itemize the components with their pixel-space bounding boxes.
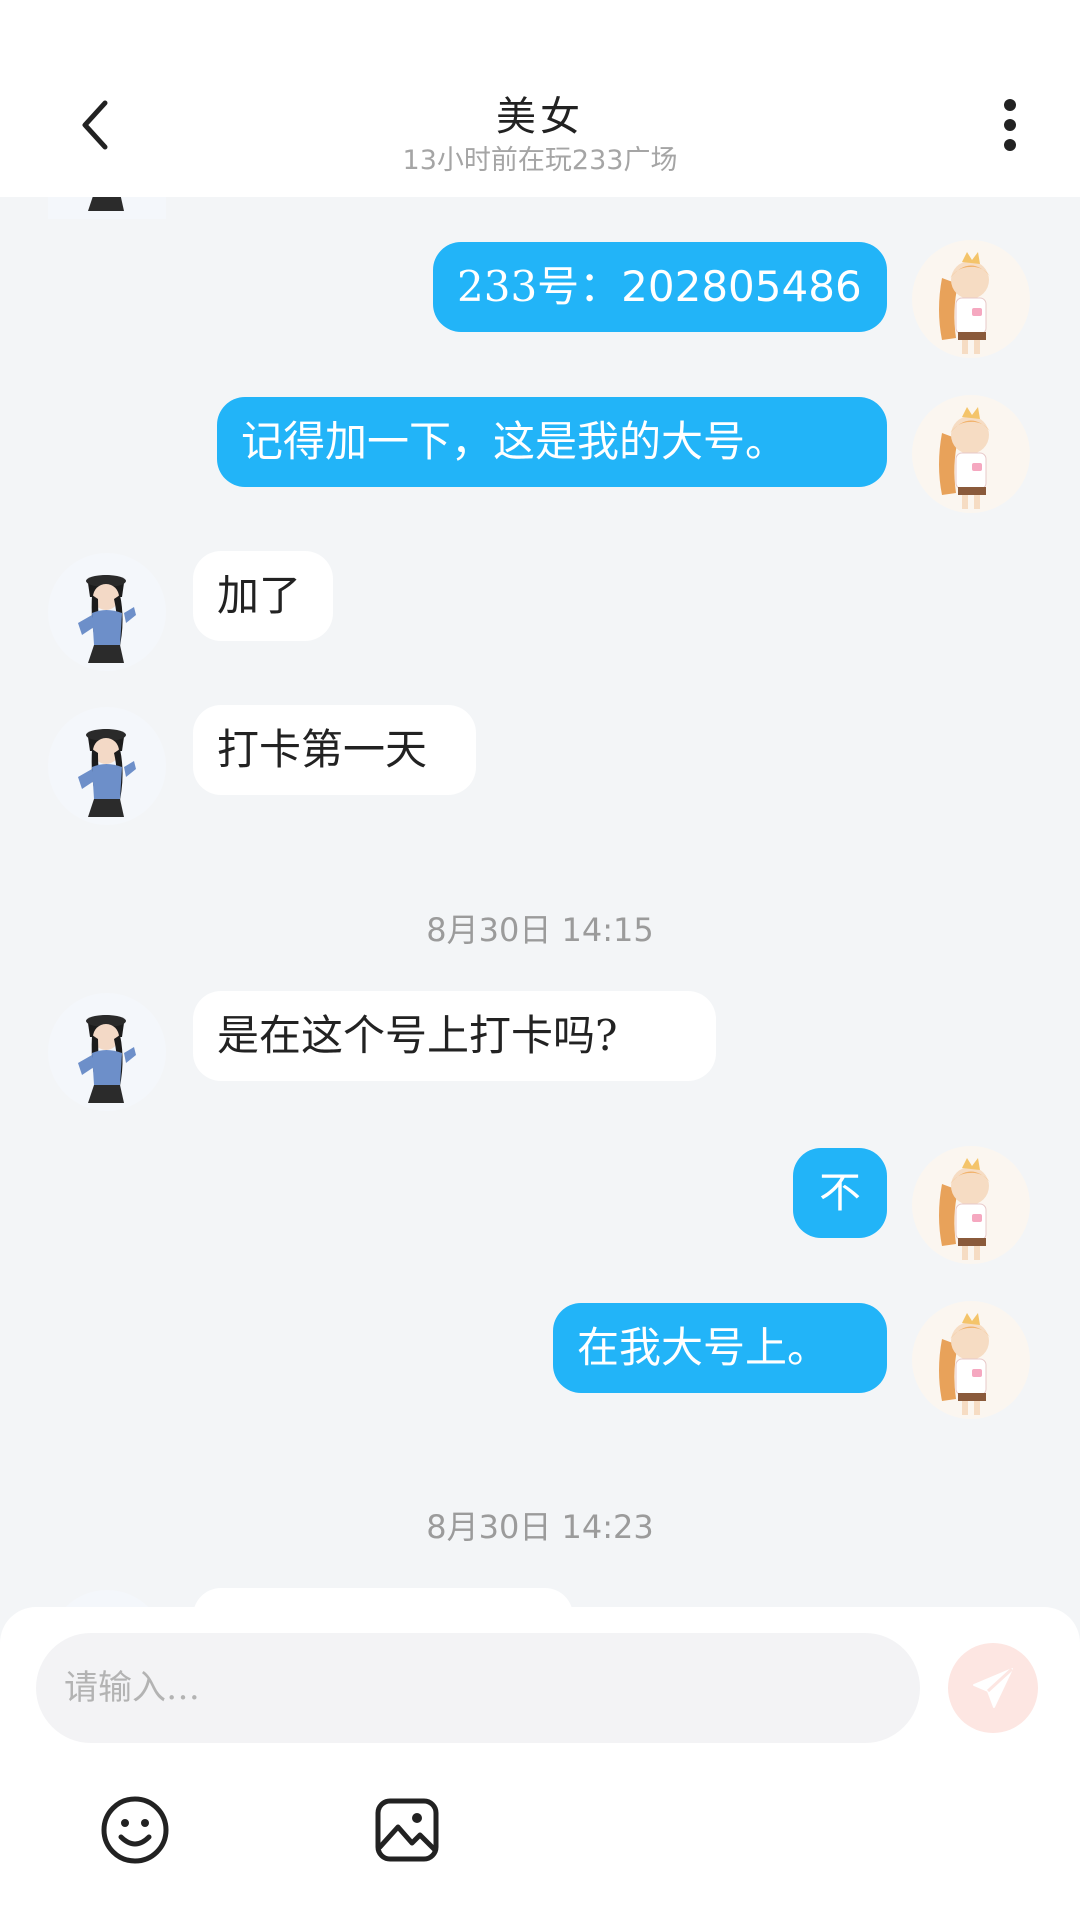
my-avatar[interactable]	[912, 1301, 1030, 1419]
emoji-button[interactable]	[98, 1793, 172, 1867]
message-bubble-outgoing[interactable]: 在我大号上。	[553, 1303, 887, 1393]
message-text: 233号：	[457, 262, 622, 311]
message-bubble-incoming[interactable]: 加了	[193, 551, 333, 641]
message-text: 不	[818, 1168, 861, 1217]
smiley-icon	[101, 1796, 169, 1864]
image-icon	[375, 1798, 439, 1862]
account-number: 202805486	[621, 262, 862, 311]
message-bubble-incoming[interactable]: 是在这个号上打卡吗?	[193, 991, 716, 1081]
contact-status: 13小时前在玩233广场	[402, 145, 678, 176]
message-list[interactable]: 233号：202805486 记得加一下，这是我的大号。 加了 打卡第一天 8月…	[0, 197, 1080, 1607]
partner-avatar[interactable]	[48, 707, 166, 825]
message-bubble-incoming-partial[interactable]	[193, 1588, 573, 1607]
message-timestamp: 8月30日 14:23	[426, 1508, 654, 1546]
send-button[interactable]	[948, 1643, 1038, 1733]
message-text: 打卡第一天	[217, 725, 428, 774]
chat-header: 美女 13小时前在玩233广场	[0, 60, 1080, 197]
message-timestamp: 8月30日 14:15	[426, 911, 654, 949]
message-composer	[0, 1607, 1080, 1920]
partner-avatar-partial[interactable]	[48, 1590, 166, 1607]
my-avatar[interactable]	[912, 395, 1030, 513]
paper-plane-icon	[973, 1667, 1014, 1708]
message-bubble-outgoing[interactable]: 不	[793, 1148, 887, 1238]
my-avatar[interactable]	[912, 240, 1030, 358]
message-bubble-incoming[interactable]: 打卡第一天	[193, 705, 476, 795]
partner-avatar[interactable]	[48, 993, 166, 1111]
message-text: 是在这个号上打卡吗?	[217, 1011, 618, 1060]
message-text: 在我大号上。	[577, 1323, 830, 1372]
status-bar-area	[0, 0, 1080, 60]
partner-avatar[interactable]	[48, 553, 166, 671]
message-bubble-outgoing[interactable]: 233号：202805486	[433, 242, 887, 332]
message-text: 记得加一下，这是我的大号。	[241, 417, 788, 466]
message-text: 加了	[217, 571, 302, 620]
contact-name: 美女	[496, 94, 584, 140]
message-bubble-outgoing[interactable]: 记得加一下，这是我的大号。	[217, 397, 887, 487]
my-avatar[interactable]	[912, 1146, 1030, 1264]
vertical-dots-icon	[1004, 99, 1016, 151]
partner-avatar-partial	[48, 197, 166, 219]
more-options-button[interactable]	[985, 90, 1035, 160]
message-input[interactable]	[36, 1633, 920, 1743]
image-picker-button[interactable]	[370, 1793, 444, 1867]
